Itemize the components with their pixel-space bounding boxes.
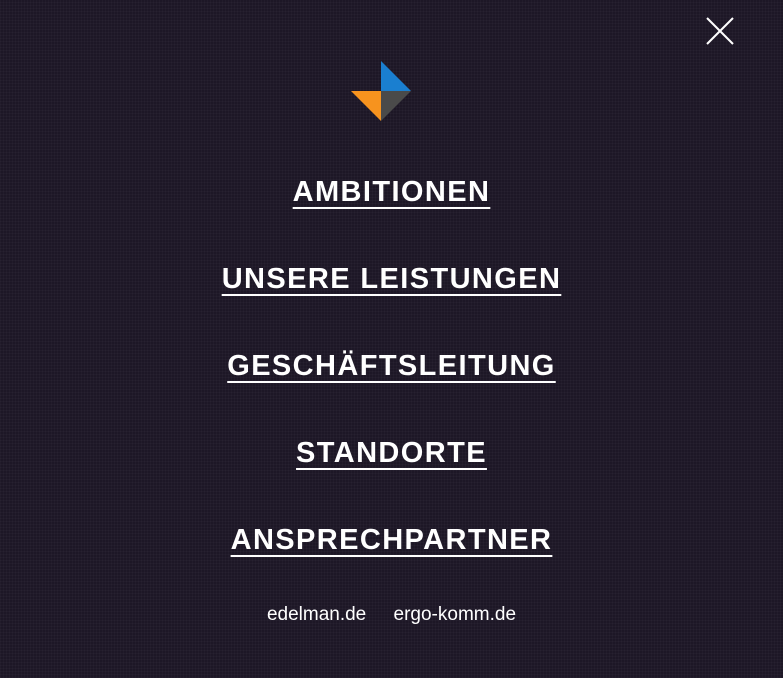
menu-item-ansprechpartner: ANSPRECHPARTNER (0, 516, 783, 603)
menu-link-geschaeftsleitung[interactable]: GESCHÄFTSLEITUNG (227, 342, 556, 390)
brand-logo-icon (351, 61, 411, 121)
close-icon (706, 17, 734, 45)
menu-item-geschaeftsleitung: GESCHÄFTSLEITUNG (0, 342, 783, 429)
menu-item-ambitionen: AMBITIONEN (0, 168, 783, 255)
close-button[interactable] (703, 14, 737, 48)
menu-link-ansprechpartner[interactable]: ANSPRECHPARTNER (231, 516, 553, 564)
menu-link-ambitionen[interactable]: AMBITIONEN (293, 168, 491, 216)
main-menu: AMBITIONEN UNSERE LEISTUNGEN GESCHÄFTSLE… (0, 168, 783, 603)
footer-link-edelman[interactable]: edelman.de (267, 604, 366, 625)
menu-link-unsere-leistungen[interactable]: UNSERE LEISTUNGEN (222, 255, 562, 303)
menu-item-unsere-leistungen: UNSERE LEISTUNGEN (0, 255, 783, 342)
brand-logo (350, 60, 412, 122)
menu-link-standorte[interactable]: STANDORTE (296, 429, 487, 477)
footer-link-ergo-komm[interactable]: ergo-komm.de (394, 604, 517, 625)
footer-links: edelman.de ergo-komm.de (0, 604, 783, 626)
menu-item-standorte: STANDORTE (0, 429, 783, 516)
